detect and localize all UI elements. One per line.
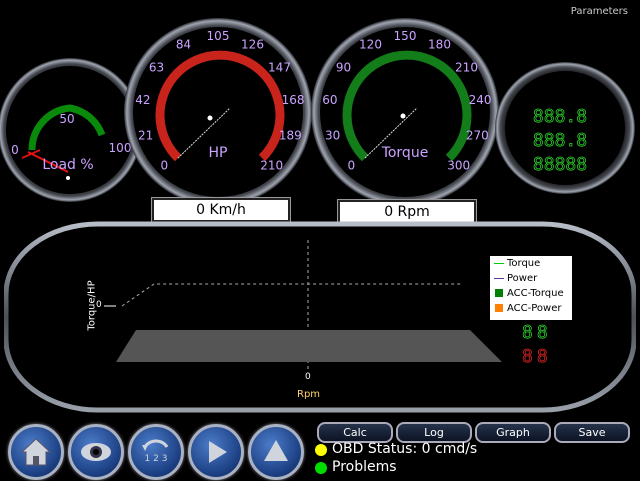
hp-gauge: 0 21 42 63 84 105 126 147 168 189 210 HP [124, 18, 312, 206]
problems-indicator [315, 462, 327, 474]
legend-item-acc-torque: ACC-Torque [490, 286, 572, 301]
hp-tick-84: 84 [176, 37, 191, 51]
hp-tick-210: 210 [260, 159, 283, 173]
digital-row-3: 88888 [533, 154, 587, 175]
legend-item-torque: Torque [490, 256, 572, 271]
legend-item-power: Power [490, 271, 572, 286]
gauge-cluster: 0 50 100 Load % 0 21 42 63 84 105 126 147 168 189… [0, 18, 635, 206]
torque-gauge: 0 30 60 90 120 150 180 210 240 270 300 Torque [311, 18, 499, 206]
x-tick-0: 0 [305, 372, 311, 382]
svg-text:1 2 3: 1 2 3 [145, 454, 168, 464]
hp-tick-147: 147 [268, 60, 291, 74]
hp-tick-42: 42 [135, 93, 150, 107]
hp-tick-168: 168 [282, 93, 305, 107]
small-red-display: 88 [522, 346, 552, 368]
torque-tick-240: 240 [469, 93, 492, 107]
speed-readout: 0 Km/h [152, 198, 290, 222]
calc-button[interactable]: Calc [317, 422, 393, 443]
up-arrow-icon [264, 440, 288, 461]
small-green-display: 88 [522, 322, 552, 344]
torque-tick-30: 30 [325, 129, 340, 143]
play-icon [209, 441, 227, 463]
torque-tick-300: 300 [447, 159, 470, 173]
up-button[interactable] [248, 424, 304, 480]
torque-tick-60: 60 [322, 93, 337, 107]
eye-icon [81, 443, 111, 461]
torque-tick-180: 180 [428, 37, 451, 51]
legend-item-acc-power: ACC-Power [490, 301, 572, 316]
load-label: Load % [42, 157, 93, 173]
torque-tick-270: 270 [466, 129, 489, 143]
y-tick-0: 0 [96, 300, 102, 310]
digital-display: 888.8 888.8 88888 [495, 62, 635, 194]
hp-tick-63: 63 [149, 60, 164, 74]
graph-button[interactable]: Graph [475, 422, 551, 443]
digital-row-2: 888.8 [533, 130, 587, 151]
load-tick-50: 50 [59, 112, 74, 126]
counter-icon: 1 2 3 [142, 439, 169, 464]
hp-tick-21: 21 [138, 129, 153, 143]
view-button[interactable] [68, 424, 124, 480]
torque-tick-90: 90 [336, 60, 351, 74]
chart-legend: Torque Power ACC-Torque ACC-Power [490, 256, 572, 320]
counter-button[interactable]: 1 2 3 [128, 424, 184, 480]
hp-tick-0: 0 [160, 159, 168, 173]
parameters-link[interactable]: Parameters [571, 6, 628, 17]
problems-link[interactable]: Problems [332, 459, 397, 475]
torque-tick-210: 210 [455, 60, 478, 74]
home-icon [20, 438, 52, 466]
obd-status-text: OBD Status: 0 cmd/s [332, 441, 478, 457]
torque-label: Torque [381, 145, 429, 161]
save-button[interactable]: Save [554, 422, 630, 443]
torque-tick-150: 150 [394, 29, 417, 43]
hp-tick-105: 105 [207, 29, 230, 43]
obd-status-indicator [315, 444, 327, 456]
torque-tick-120: 120 [359, 37, 382, 51]
home-button[interactable] [8, 424, 64, 480]
torque-tick-0: 0 [347, 159, 355, 173]
play-button[interactable] [188, 424, 244, 480]
hp-tick-126: 126 [241, 37, 264, 51]
log-button[interactable]: Log [396, 422, 472, 443]
hp-label: HP [209, 145, 228, 161]
x-axis-label: Rpm [297, 389, 321, 400]
load-tick-100: 100 [109, 141, 132, 155]
load-tick-0: 0 [11, 143, 19, 157]
load-gauge: 0 50 100 Load % [0, 58, 142, 202]
digital-row-1: 888.8 [533, 106, 587, 127]
hp-tick-189: 189 [279, 129, 302, 143]
